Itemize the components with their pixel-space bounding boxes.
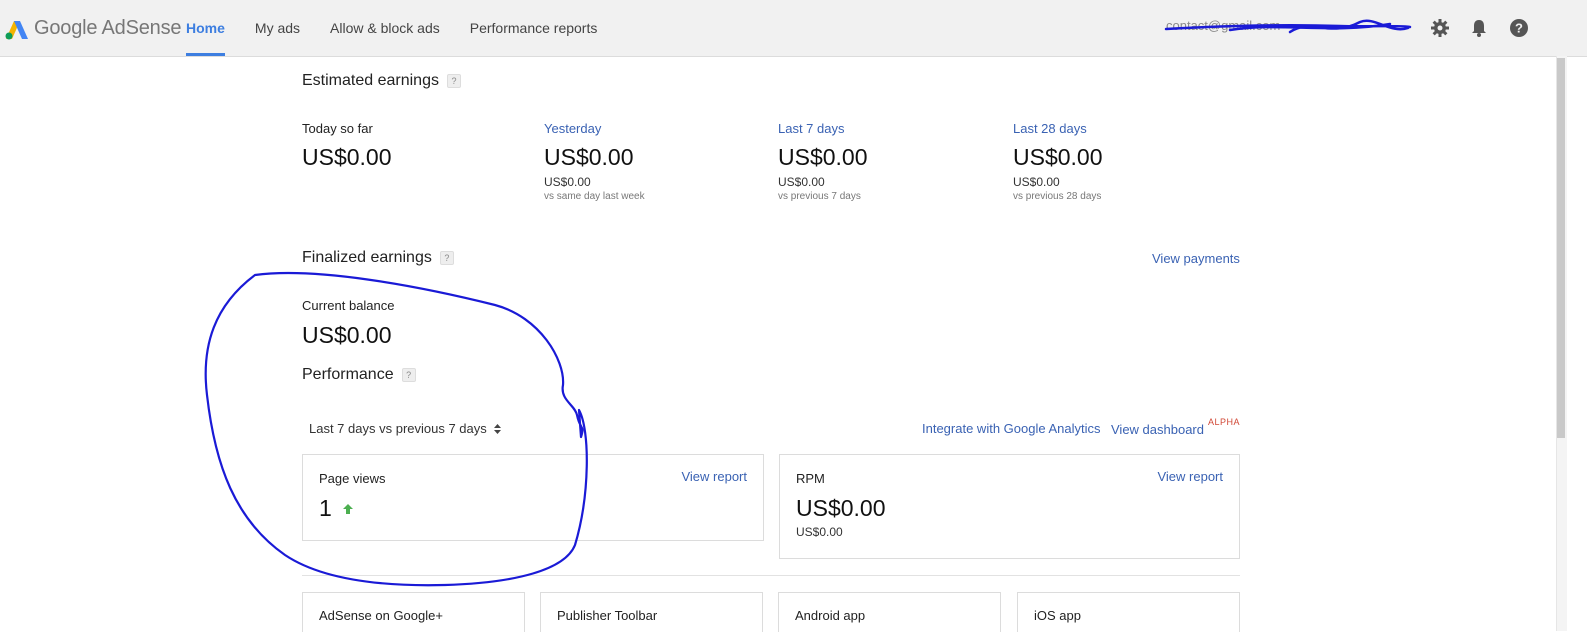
earnings-last-28-days-compare: US$0.00 <box>1013 175 1060 189</box>
page-views-metric: 1 <box>319 495 354 522</box>
earnings-yesterday-link[interactable]: Yesterday <box>544 121 764 136</box>
svg-text:?: ? <box>1515 21 1523 36</box>
page-views-view-report-link[interactable]: View report <box>681 469 747 484</box>
estimated-earnings-title: Estimated earnings <box>302 72 439 89</box>
gear-icon[interactable] <box>1430 18 1450 38</box>
performance-title: Performance <box>302 366 394 383</box>
view-payments-link[interactable]: View payments <box>1152 251 1240 266</box>
page-views-title: Page views <box>319 471 386 486</box>
account-email[interactable]: contact@gmail.com <box>1166 18 1410 38</box>
earnings-last-28-days-note: vs previous 28 days <box>1013 191 1102 202</box>
nav-my-ads[interactable]: My ads <box>255 0 300 56</box>
adsense-logo-icon <box>5 21 28 40</box>
earnings-last-28-days: Last 28 days US$0.00 US$0.00 vs previous… <box>1013 121 1233 202</box>
earnings-yesterday-value: US$0.00 <box>544 144 634 170</box>
app-card-label: iOS app <box>1034 608 1081 623</box>
alpha-badge: ALPHA <box>1208 417 1241 427</box>
view-dashboard-link[interactable]: View dashboard <box>1111 422 1204 437</box>
app-card-label: Android app <box>795 608 866 623</box>
earnings-last-7-days-compare: US$0.00 <box>778 175 825 189</box>
finalized-earnings-title: Finalized earnings <box>302 249 432 266</box>
earnings-yesterday-compare: US$0.00 <box>544 175 591 189</box>
earnings-last-7-days-note: vs previous 7 days <box>778 191 861 202</box>
earnings-last-7-days-link[interactable]: Last 7 days <box>778 121 998 136</box>
app-card-android[interactable]: Android app <box>778 592 1001 632</box>
earnings-today-label: Today so far <box>302 121 373 136</box>
estimated-earnings-heading: Estimated earnings ? <box>302 72 461 90</box>
earnings-today-value: US$0.00 <box>302 144 392 170</box>
help-icon[interactable]: ? <box>1509 18 1529 38</box>
adsense-logo[interactable]: Google AdSense <box>4 14 182 42</box>
earnings-yesterday: Yesterday US$0.00 US$0.00 vs same day la… <box>544 121 764 202</box>
integrate-analytics-link[interactable]: Integrate with Google Analytics <box>922 421 1101 436</box>
nav-allow-block-ads[interactable]: Allow & block ads <box>330 0 440 56</box>
current-balance-label: Current balance <box>302 298 395 313</box>
bell-icon[interactable] <box>1469 18 1489 38</box>
top-bar: Google AdSense Home My ads Allow & block… <box>0 0 1587 57</box>
page-views-card: Page views View report 1 <box>302 454 764 541</box>
current-balance-value: US$0.00 <box>302 322 392 348</box>
date-range-label: Last 7 days vs previous 7 days <box>309 421 487 436</box>
trend-up-icon <box>342 503 353 514</box>
help-badge-icon[interactable]: ? <box>439 251 454 265</box>
section-divider <box>302 575 1240 576</box>
page-views-value: 1 <box>319 495 332 521</box>
finalized-earnings-heading: Finalized earnings ? <box>302 249 454 267</box>
earnings-last-28-days-value: US$0.00 <box>1013 144 1103 170</box>
app-card-label: AdSense on Google+ <box>319 608 443 623</box>
rpm-title: RPM <box>796 471 825 486</box>
earnings-yesterday-note: vs same day last week <box>544 191 645 202</box>
help-badge-icon[interactable]: ? <box>446 74 461 88</box>
app-card-google-plus[interactable]: AdSense on Google+ <box>302 592 525 632</box>
app-card-publisher-toolbar[interactable]: Publisher Toolbar <box>540 592 763 632</box>
help-badge-icon[interactable]: ? <box>401 368 416 382</box>
rpm-view-report-link[interactable]: View report <box>1157 469 1223 484</box>
date-range-selector[interactable]: Last 7 days vs previous 7 days <box>309 421 502 436</box>
brand-name: Google AdSense <box>34 16 182 39</box>
sort-arrows-icon <box>493 423 501 434</box>
earnings-today: Today so far US$0.00 <box>302 121 522 171</box>
app-card-label: Publisher Toolbar <box>557 608 658 623</box>
performance-heading: Performance ? <box>302 366 416 384</box>
rpm-compare: US$0.00 <box>796 525 843 539</box>
earnings-last-7-days: Last 7 days US$0.00 US$0.00 vs previous … <box>778 121 998 202</box>
nav-performance-reports[interactable]: Performance reports <box>470 0 598 56</box>
main-nav: Home My ads Allow & block ads Performanc… <box>186 0 627 56</box>
earnings-last-28-days-link[interactable]: Last 28 days <box>1013 121 1233 136</box>
scrollbar-thumb[interactable] <box>1557 58 1565 438</box>
earnings-last-7-days-value: US$0.00 <box>778 144 868 170</box>
rpm-value: US$0.00 <box>796 495 886 521</box>
rpm-card: RPM View report US$0.00 US$0.00 <box>779 454 1240 559</box>
app-card-ios[interactable]: iOS app <box>1017 592 1240 632</box>
view-dashboard[interactable]: View dashboard ALPHA <box>1111 417 1241 437</box>
nav-home[interactable]: Home <box>186 0 225 56</box>
